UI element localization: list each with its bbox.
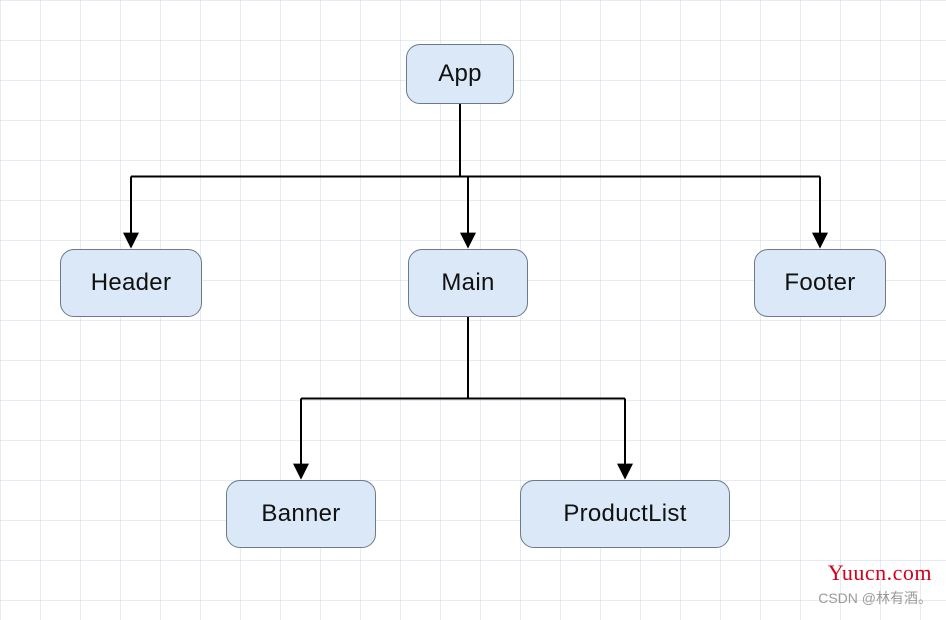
node-footer: Footer — [754, 249, 886, 317]
watermark-site: Yuucn.com — [828, 560, 932, 586]
node-productlist: ProductList — [520, 480, 730, 548]
diagram-canvas: App Header Main Footer Banner ProductLis… — [0, 0, 946, 620]
node-label: App — [438, 60, 482, 88]
node-label: ProductList — [563, 500, 686, 528]
watermark-author: CSDN @林有酒。 — [818, 588, 932, 608]
node-banner: Banner — [226, 480, 376, 548]
node-app: App — [406, 44, 514, 104]
node-header: Header — [60, 249, 202, 317]
node-main: Main — [408, 249, 528, 317]
node-label: Main — [441, 269, 494, 297]
node-label: Header — [91, 269, 172, 297]
node-label: Footer — [784, 269, 855, 297]
node-label: Banner — [261, 500, 340, 528]
